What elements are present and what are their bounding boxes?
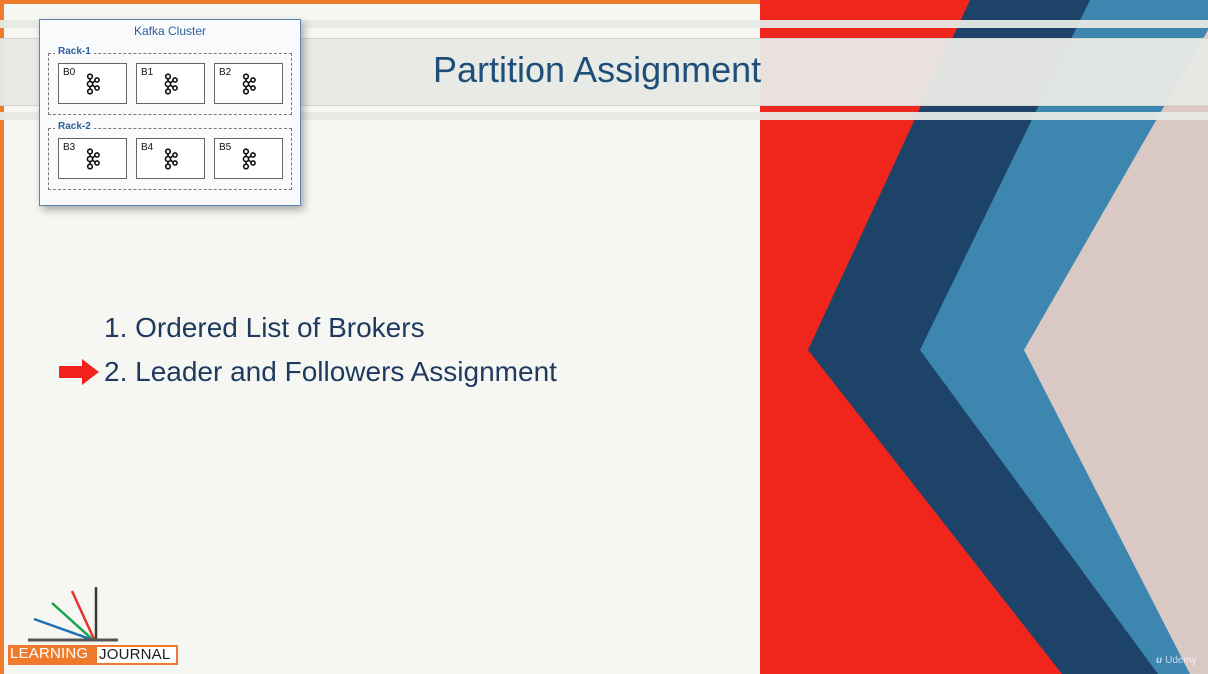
rack-1: Rack-1 B0 B1 B2	[48, 46, 292, 115]
kafka-logo-icon	[86, 73, 100, 95]
broker-b2: B2	[214, 63, 283, 104]
rack-label: Rack-1	[55, 46, 94, 58]
broker-b1: B1	[136, 63, 205, 104]
udemy-watermark-text: Udemy	[1165, 655, 1197, 666]
rack-label: Rack-2	[55, 121, 94, 133]
kafka-logo-icon	[86, 148, 100, 170]
cluster-title: Kafka Cluster	[133, 24, 207, 38]
kafka-logo-icon	[164, 73, 178, 95]
kafka-cluster-diagram: Kafka Cluster Rack-1 B0 B1 B2 Rack-2 B3 …	[39, 19, 301, 206]
broker-b4: B4	[136, 138, 205, 179]
broker-label: B2	[219, 67, 232, 78]
broker-label: B1	[141, 67, 154, 78]
list-item-ordered-brokers: 1. Ordered List of Brokers	[104, 312, 425, 343]
logo-text-learning: LEARNING	[8, 645, 95, 665]
orange-border-top	[0, 0, 760, 4]
broker-label: B0	[63, 67, 76, 78]
slide-title: Partition Assignment	[433, 49, 762, 90]
logo-rays-icon	[28, 587, 118, 642]
rack-2: Rack-2 B3 B4 B5	[48, 121, 292, 190]
list-item-leader-followers: 2. Leader and Followers Assignment	[104, 356, 557, 387]
kafka-logo-icon	[242, 73, 256, 95]
udemy-logo-icon: u	[1156, 655, 1163, 666]
slide: Partition Assignment Kafka Cluster Rack-…	[0, 0, 1208, 674]
learning-journal-logo: LEARNING JOURNAL	[8, 585, 178, 667]
kafka-logo-icon	[242, 148, 256, 170]
red-arrow-icon	[59, 359, 99, 385]
udemy-watermark: u Udemy	[1156, 655, 1197, 667]
broker-b3: B3	[58, 138, 127, 179]
broker-b0: B0	[58, 63, 127, 104]
logo-text-journal: JOURNAL	[95, 645, 178, 665]
broker-b5: B5	[214, 138, 283, 179]
broker-label: B5	[219, 142, 232, 153]
broker-label: B3	[63, 142, 76, 153]
kafka-logo-icon	[164, 148, 178, 170]
broker-label: B4	[141, 142, 154, 153]
